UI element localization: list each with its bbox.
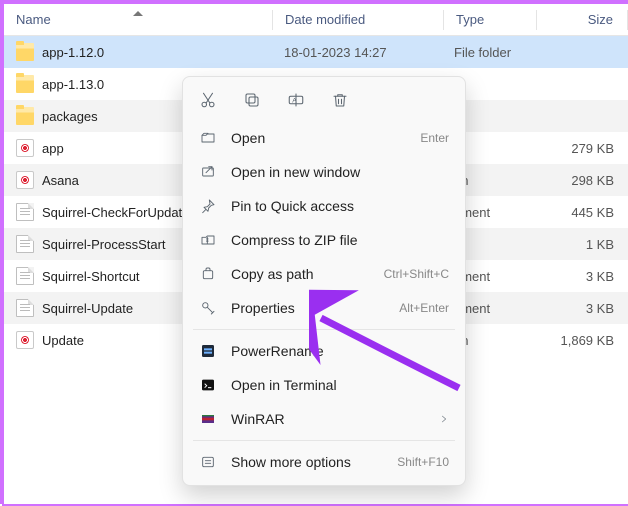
menu-item-label: PowerRename xyxy=(231,343,449,359)
menu-item-label: Pin to Quick access xyxy=(231,198,449,214)
menu-item-label: WinRAR xyxy=(231,411,425,427)
menu-item-show-more-options[interactable]: Show more options Shift+F10 xyxy=(189,445,459,479)
menu-item-label: Show more options xyxy=(231,454,383,470)
menu-item-pin-quick-access[interactable]: Pin to Quick access xyxy=(189,189,459,223)
file-name: app-1.13.0 xyxy=(42,77,104,92)
menu-item-powerrename[interactable]: PowerRename xyxy=(189,334,459,368)
cut-icon[interactable] xyxy=(197,89,219,111)
copy-icon[interactable] xyxy=(241,89,263,111)
pin-icon xyxy=(199,197,217,215)
file-name: Squirrel-ProcessStart xyxy=(42,237,166,252)
file-name: Squirrel-Update xyxy=(42,301,133,316)
header-name[interactable]: Name xyxy=(4,12,272,27)
menu-item-label: Copy as path xyxy=(231,266,370,282)
file-name: Asana xyxy=(42,173,79,188)
header-type[interactable]: Type xyxy=(444,12,536,27)
menu-item-properties[interactable]: Properties Alt+Enter xyxy=(189,291,459,325)
file-size: 1,869 KB xyxy=(546,333,614,348)
document-icon xyxy=(16,235,34,253)
menu-item-winrar[interactable]: WinRAR xyxy=(189,402,459,436)
menu-item-label: Properties xyxy=(231,300,385,316)
application-icon xyxy=(16,331,34,349)
rename-icon[interactable]: A xyxy=(285,89,307,111)
document-icon xyxy=(16,299,34,317)
open-icon xyxy=(199,129,217,147)
file-size: 3 KB xyxy=(546,301,614,316)
menu-item-label: Open in new window xyxy=(231,164,449,180)
menu-item-open-terminal[interactable]: Open in Terminal xyxy=(189,368,459,402)
file-size: 445 KB xyxy=(546,205,614,220)
file-name: Squirrel-Shortcut xyxy=(42,269,140,284)
header-size-label: Size xyxy=(549,12,613,27)
file-name: app xyxy=(42,141,64,156)
context-menu: A Open Enter Open in new window Pin to Q… xyxy=(182,76,466,486)
menu-item-copy-as-path[interactable]: Copy as path Ctrl+Shift+C xyxy=(189,257,459,291)
file-name: Squirrel-CheckForUpdate xyxy=(42,205,189,220)
file-type: File folder xyxy=(442,45,534,60)
file-row-app-1-12-0[interactable]: app-1.12.0 18-01-2023 14:27 File folder xyxy=(4,36,628,68)
terminal-icon xyxy=(199,376,217,394)
document-icon xyxy=(16,203,34,221)
menu-item-shortcut: Ctrl+Shift+C xyxy=(384,267,449,281)
file-date: 18-01-2023 14:27 xyxy=(272,45,442,60)
menu-separator xyxy=(193,440,455,441)
sort-indicator-icon xyxy=(133,11,143,16)
zip-icon xyxy=(199,231,217,249)
header-size[interactable]: Size xyxy=(537,12,627,27)
file-size: 279 KB xyxy=(546,141,614,156)
file-name: Update xyxy=(42,333,84,348)
copy-path-icon xyxy=(199,265,217,283)
document-icon xyxy=(16,267,34,285)
menu-item-open-new-window[interactable]: Open in new window xyxy=(189,155,459,189)
menu-item-open[interactable]: Open Enter xyxy=(189,121,459,155)
powerrename-icon xyxy=(199,342,217,360)
header-date[interactable]: Date modified xyxy=(273,12,443,27)
submenu-chevron-icon xyxy=(439,414,449,424)
delete-icon[interactable] xyxy=(329,89,351,111)
menu-item-label: Open in Terminal xyxy=(231,377,449,393)
header-name-label: Name xyxy=(16,12,51,27)
header-type-label: Type xyxy=(456,12,484,27)
file-name: app-1.12.0 xyxy=(42,45,104,60)
folder-icon xyxy=(16,75,34,93)
folder-icon xyxy=(16,107,34,125)
more-options-icon xyxy=(199,453,217,471)
svg-text:A: A xyxy=(292,97,297,104)
menu-item-label: Open xyxy=(231,130,406,146)
menu-item-label: Compress to ZIP file xyxy=(231,232,449,248)
file-size: 298 KB xyxy=(546,173,614,188)
menu-item-shortcut: Enter xyxy=(420,131,449,145)
application-icon xyxy=(16,139,34,157)
new-window-icon xyxy=(199,163,217,181)
winrar-icon xyxy=(199,410,217,428)
file-size: 3 KB xyxy=(546,269,614,284)
header-date-label: Date modified xyxy=(285,12,365,27)
menu-item-compress-zip[interactable]: Compress to ZIP file xyxy=(189,223,459,257)
menu-item-shortcut: Alt+Enter xyxy=(399,301,449,315)
file-name: packages xyxy=(42,109,98,124)
properties-icon xyxy=(199,299,217,317)
column-header: Name Date modified Type Size xyxy=(4,4,628,36)
context-menu-topbar: A xyxy=(189,83,459,121)
menu-item-shortcut: Shift+F10 xyxy=(397,455,449,469)
application-icon xyxy=(16,171,34,189)
folder-icon xyxy=(16,43,34,61)
menu-separator xyxy=(193,329,455,330)
file-size: 1 KB xyxy=(546,237,614,252)
